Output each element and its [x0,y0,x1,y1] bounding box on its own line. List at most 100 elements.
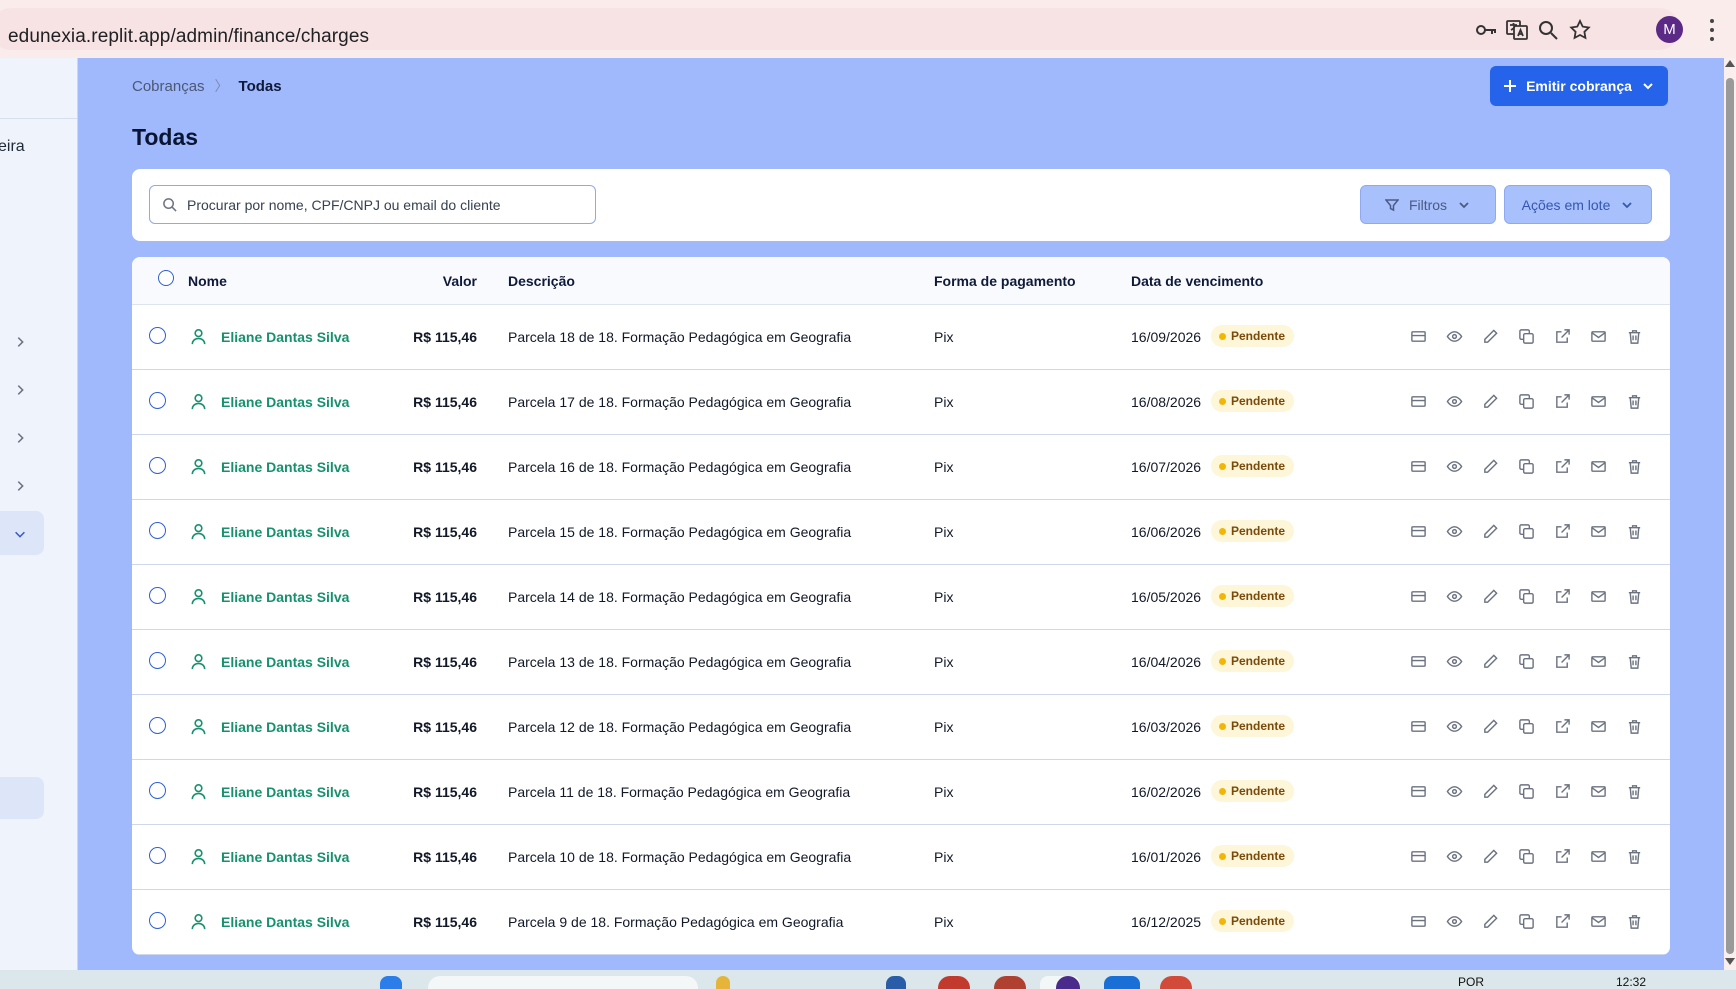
customer-name-link[interactable]: Eliane Dantas Silva [221,394,349,410]
external-link-icon[interactable] [1552,326,1572,346]
row-checkbox[interactable] [149,522,166,539]
taskbar-app-icon[interactable] [1160,976,1192,989]
table-row[interactable]: Eliane Dantas Silva R$ 115,46 Parcela 9 … [132,890,1670,955]
emit-charge-button[interactable]: Emitir cobrança [1490,66,1668,106]
card-icon[interactable] [1408,846,1428,866]
pencil-icon[interactable] [1480,326,1500,346]
customer-name-link[interactable]: Eliane Dantas Silva [221,329,349,345]
trash-icon[interactable] [1624,911,1644,931]
copy-icon[interactable] [1516,911,1536,931]
eye-icon[interactable] [1444,521,1464,541]
row-checkbox[interactable] [149,392,166,409]
table-row[interactable]: Eliane Dantas Silva R$ 115,46 Parcela 10… [132,825,1670,890]
taskbar-search-box[interactable] [428,976,698,989]
external-link-icon[interactable] [1552,651,1572,671]
eye-icon[interactable] [1444,651,1464,671]
trash-icon[interactable] [1624,716,1644,736]
copy-icon[interactable] [1516,651,1536,671]
file-explorer-icon[interactable] [716,976,730,989]
sidebar-item-highlighted[interactable] [0,777,44,819]
table-row[interactable]: Eliane Dantas Silva R$ 115,46 Parcela 14… [132,565,1670,630]
external-link-icon[interactable] [1552,586,1572,606]
eye-icon[interactable] [1444,716,1464,736]
column-header-nome[interactable]: Nome [188,273,227,289]
pencil-icon[interactable] [1480,781,1500,801]
key-icon[interactable] [1473,17,1499,43]
eye-icon[interactable] [1444,586,1464,606]
pencil-icon[interactable] [1480,586,1500,606]
row-checkbox[interactable] [149,912,166,929]
column-header-vencimento[interactable]: Data de vencimento [1131,273,1263,289]
column-header-valor[interactable]: Valor [397,273,477,289]
mail-icon[interactable] [1588,846,1608,866]
row-checkbox[interactable] [149,587,166,604]
eye-icon[interactable] [1444,456,1464,476]
trash-icon[interactable] [1624,391,1644,411]
customer-name-link[interactable]: Eliane Dantas Silva [221,849,349,865]
external-link-icon[interactable] [1552,716,1572,736]
taskbar-app-icon[interactable] [886,976,906,989]
external-link-icon[interactable] [1552,781,1572,801]
eye-icon[interactable] [1444,911,1464,931]
external-link-icon[interactable] [1552,521,1572,541]
chevron-down-icon[interactable] [12,526,28,542]
table-row[interactable]: Eliane Dantas Silva R$ 115,46 Parcela 15… [132,500,1670,565]
select-all-checkbox[interactable] [158,270,174,286]
mail-icon[interactable] [1588,651,1608,671]
trash-icon[interactable] [1624,521,1644,541]
pencil-icon[interactable] [1480,651,1500,671]
copy-icon[interactable] [1516,521,1536,541]
chevron-right-icon[interactable] [12,430,28,446]
eye-icon[interactable] [1444,846,1464,866]
row-checkbox[interactable] [149,782,166,799]
browser-menu-icon[interactable] [1704,17,1720,43]
pencil-icon[interactable] [1480,716,1500,736]
pencil-icon[interactable] [1480,911,1500,931]
card-icon[interactable] [1408,456,1428,476]
zoom-icon[interactable] [1535,17,1561,43]
column-header-descricao[interactable]: Descrição [508,273,575,289]
profile-avatar[interactable]: M [1656,16,1683,43]
windows-start-icon[interactable] [380,976,402,989]
pencil-icon[interactable] [1480,521,1500,541]
scroll-down-arrow-icon[interactable] [1725,958,1735,965]
mail-icon[interactable] [1588,391,1608,411]
mail-icon[interactable] [1588,716,1608,736]
trash-icon[interactable] [1624,456,1644,476]
trash-icon[interactable] [1624,846,1644,866]
card-icon[interactable] [1408,586,1428,606]
row-checkbox[interactable] [149,457,166,474]
taskbar-language[interactable]: POR [1458,975,1484,989]
taskbar-app-icon[interactable] [938,976,970,989]
search-input[interactable] [187,196,587,213]
column-header-forma[interactable]: Forma de pagamento [934,273,1076,289]
table-row[interactable]: Eliane Dantas Silva R$ 115,46 Parcela 17… [132,370,1670,435]
row-checkbox[interactable] [149,717,166,734]
external-link-icon[interactable] [1552,456,1572,476]
external-link-icon[interactable] [1552,911,1572,931]
copy-icon[interactable] [1516,716,1536,736]
card-icon[interactable] [1408,521,1428,541]
taskbar-app-icon[interactable] [994,976,1026,989]
trash-icon[interactable] [1624,781,1644,801]
card-icon[interactable] [1408,911,1428,931]
card-icon[interactable] [1408,781,1428,801]
bulk-actions-button[interactable]: Ações em lote [1504,185,1652,224]
copy-icon[interactable] [1516,846,1536,866]
table-row[interactable]: Eliane Dantas Silva R$ 115,46 Parcela 12… [132,695,1670,760]
mail-icon[interactable] [1588,521,1608,541]
row-checkbox[interactable] [149,652,166,669]
row-checkbox[interactable] [149,327,166,344]
trash-icon[interactable] [1624,651,1644,671]
address-bar[interactable]: edunexia.replit.app/admin/finance/charge… [0,8,1680,50]
table-row[interactable]: Eliane Dantas Silva R$ 115,46 Parcela 16… [132,435,1670,500]
scroll-up-arrow-icon[interactable] [1725,60,1735,67]
mail-icon[interactable] [1588,456,1608,476]
url-text[interactable]: edunexia.replit.app/admin/finance/charge… [8,26,369,48]
eye-icon[interactable] [1444,781,1464,801]
customer-name-link[interactable]: Eliane Dantas Silva [221,784,349,800]
chevron-right-icon[interactable] [12,478,28,494]
star-icon[interactable] [1567,17,1593,43]
customer-name-link[interactable]: Eliane Dantas Silva [221,719,349,735]
table-row[interactable]: Eliane Dantas Silva R$ 115,46 Parcela 11… [132,760,1670,825]
